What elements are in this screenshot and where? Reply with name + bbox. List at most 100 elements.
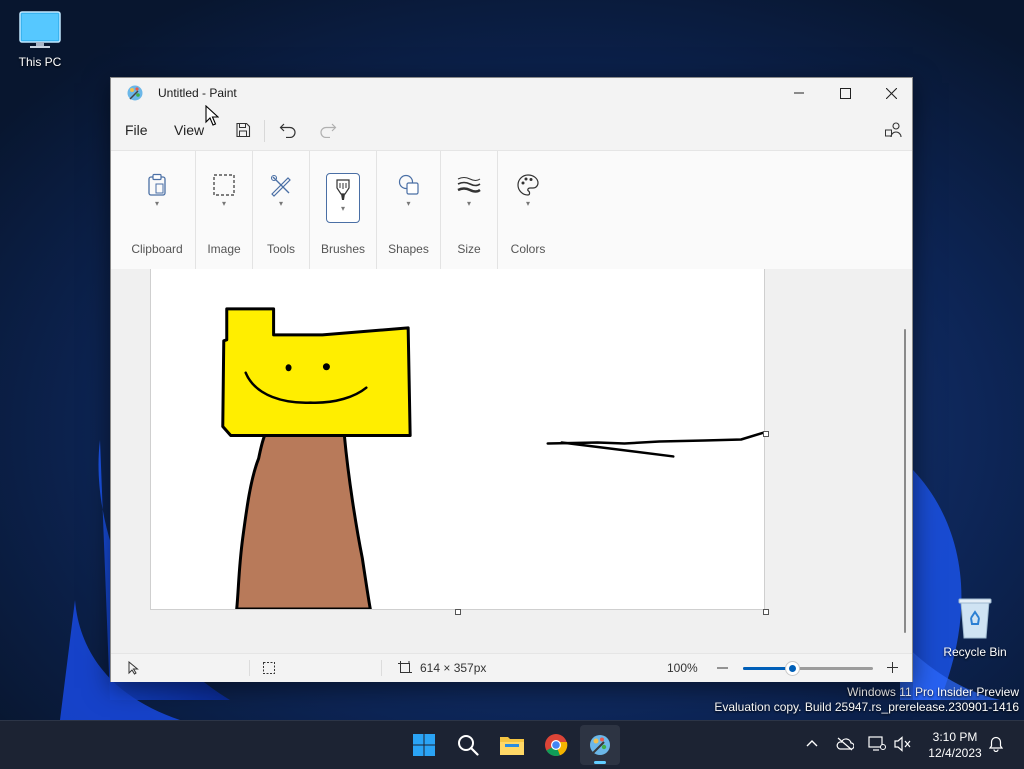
line-stroke (546, 431, 764, 445)
ribbon-label-tools: Tools (266, 242, 295, 256)
monitor-icon (19, 11, 61, 48)
tools-icon (270, 174, 291, 197)
close-icon (885, 87, 897, 99)
chevron-down-icon: ▾ (221, 199, 226, 208)
ribbon-group-shapes[interactable]: ▾ Shapes (377, 151, 441, 269)
diagonal-stroke (560, 441, 675, 458)
onedrive-icon[interactable] (836, 737, 854, 751)
this-pc-label: This PC (18, 55, 62, 69)
desktop-icon-recycle-bin[interactable]: Recycle Bin (935, 596, 1015, 659)
chevron-down-icon: ▾ (406, 199, 411, 208)
recycle-bin-label: Recycle Bin (943, 645, 1007, 659)
shapes-icon (398, 174, 419, 195)
selection-size (262, 661, 276, 675)
selection-size-icon (263, 662, 275, 674)
minimize-icon (794, 92, 804, 94)
account-button[interactable] (881, 118, 905, 142)
chevron-up-icon[interactable] (806, 739, 818, 747)
status-bar: 614 × 357px 100% (111, 653, 912, 682)
ribbon-label-shapes: Shapes (388, 242, 429, 256)
title-bar[interactable]: Untitled - Paint (111, 78, 912, 108)
ribbon-group-size[interactable]: ▾ Size (441, 151, 498, 269)
ribbon-group-colors[interactable]: ▾ Colors (498, 151, 558, 269)
minimize-button[interactable] (776, 78, 822, 108)
ribbon-label-size: Size (457, 242, 481, 256)
scrollbar-thumb[interactable] (904, 329, 906, 633)
search-icon (458, 735, 479, 756)
paint-taskbar-button[interactable] (580, 725, 620, 765)
windows-watermark: Windows 11 Pro Insider Preview Evaluatio… (714, 685, 1019, 715)
mouse-cursor-icon (205, 105, 219, 126)
chevron-down-icon: ▾ (154, 199, 159, 208)
palette-icon (517, 174, 539, 196)
ribbon-label-brushes: Brushes (320, 242, 366, 256)
clock-time: 3:10 PM (932, 730, 978, 744)
ribbon-label-colors: Colors (510, 242, 546, 256)
undo-icon (279, 123, 296, 138)
resize-handle-corner[interactable] (763, 609, 769, 615)
left-eye-shape (285, 364, 292, 372)
watermark-edition: Windows 11 Pro Insider Preview (847, 685, 1019, 699)
window-title: Untitled - Paint (158, 86, 237, 100)
ribbon-group-tools[interactable]: ▾ Tools (253, 151, 310, 269)
ribbon-label-image: Image (207, 242, 241, 256)
watermark-build: Evaluation copy. Build 25947.rs_prerelea… (714, 700, 1019, 714)
volume-muted-icon[interactable] (894, 736, 912, 752)
desktop-icon-this-pc[interactable]: This PC (0, 10, 80, 69)
chrome-button[interactable] (536, 725, 576, 765)
close-button[interactable] (868, 78, 914, 108)
ribbon-group-brushes[interactable]: ▾ Brushes (310, 151, 377, 269)
paint-app-icon (127, 85, 143, 101)
save-button[interactable] (231, 118, 255, 142)
resize-handle-bottom[interactable] (455, 609, 461, 615)
chevron-down-icon: ▾ (340, 204, 345, 213)
redo-icon (320, 123, 337, 138)
plus-icon (887, 662, 898, 673)
ribbon-label-clipboard: Clipboard (131, 242, 183, 256)
ribbon-group-clipboard[interactable]: ▾ Clipboard (119, 151, 196, 269)
account-icon (885, 122, 902, 138)
chevron-down-icon: ▾ (525, 199, 530, 208)
chevron-down-icon: ▾ (466, 199, 471, 208)
network-icon[interactable] (868, 736, 886, 752)
maximize-icon (839, 87, 851, 99)
right-eye-shape (322, 363, 330, 371)
canvas-size: 614 × 357px (398, 661, 486, 675)
search-button[interactable] (448, 725, 488, 765)
folder-icon (500, 737, 524, 755)
zoom-level[interactable]: 100% (667, 661, 698, 675)
menu-bar: File View (111, 112, 912, 148)
drawing-canvas[interactable] (150, 269, 765, 610)
pointer-position (127, 661, 139, 675)
notification-bell-icon[interactable] (989, 736, 1003, 752)
zoom-slider[interactable] (743, 662, 873, 675)
start-button[interactable] (404, 725, 444, 765)
taskbar-clock[interactable]: 3:10 PM 12/4/2023 (918, 729, 992, 761)
recycle-bin-icon (958, 598, 992, 639)
paint-window: Untitled - Paint File View ▾ Clipboard ▾… (110, 77, 913, 682)
chrome-icon (545, 734, 568, 757)
vertical-scrollbar[interactable] (899, 269, 912, 658)
resize-handle-right[interactable] (763, 431, 769, 437)
minus-icon (717, 667, 728, 669)
brushes-selected: ▾ (326, 173, 360, 223)
redo-button[interactable] (316, 118, 340, 142)
canvas-size-text: 614 × 357px (420, 661, 487, 675)
file-explorer-button[interactable] (492, 725, 532, 765)
size-icon (457, 177, 481, 193)
zoom-in-button[interactable] (887, 662, 898, 673)
clock-date: 12/4/2023 (928, 746, 982, 760)
zoom-slider-thumb[interactable] (785, 662, 799, 675)
zoom-out-button[interactable] (717, 667, 728, 669)
menu-view[interactable]: View (174, 122, 204, 138)
maximize-button[interactable] (822, 78, 868, 108)
undo-button[interactable] (276, 118, 300, 142)
canvas-size-icon (398, 661, 412, 673)
canvas-workarea (111, 269, 899, 658)
clipboard-icon (148, 173, 166, 196)
menu-file[interactable]: File (125, 122, 148, 138)
zoom-slider-fill (743, 667, 793, 670)
ribbon-group-image[interactable]: ▾ Image (196, 151, 253, 269)
taskbar: 3:10 PM 12/4/2023 (0, 720, 1024, 769)
chevron-down-icon: ▾ (278, 199, 283, 208)
